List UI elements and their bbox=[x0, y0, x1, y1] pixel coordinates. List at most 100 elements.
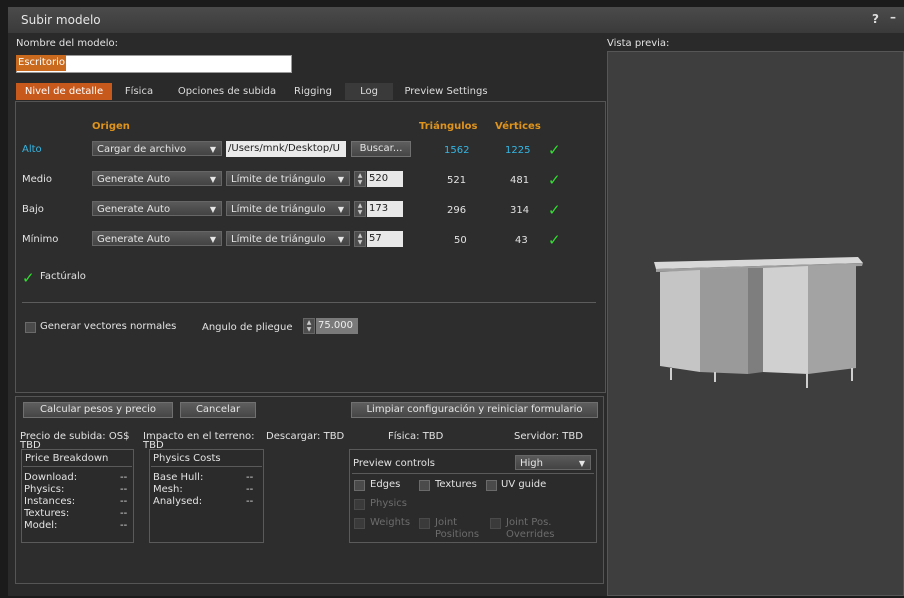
generate-normals-checkbox[interactable] bbox=[25, 322, 36, 333]
lod-medium-stepper[interactable]: ▲ ▼ bbox=[354, 171, 366, 187]
lod-lowest-triangles: 50 bbox=[454, 235, 467, 246]
lod-lowest-label: Mínimo bbox=[22, 234, 59, 245]
browse-button[interactable]: Buscar... bbox=[351, 141, 411, 157]
breakdown-physics-label: Physics: bbox=[24, 484, 65, 495]
breakdown-model-value: -- bbox=[120, 520, 128, 531]
preview-label: Vista previa: bbox=[607, 38, 670, 49]
lod-high-path-field[interactable]: /Users/mnk/Desktop/U bbox=[226, 141, 346, 157]
breakdown-textures-value: -- bbox=[120, 508, 128, 519]
tab-level-of-detail[interactable]: Nivel de detalle bbox=[16, 83, 112, 100]
crease-angle-input[interactable]: 75.000 bbox=[316, 318, 358, 334]
server-cost: Servidor: TBD bbox=[514, 431, 583, 442]
preview-quality-dropdown[interactable]: High ▼ bbox=[515, 455, 591, 470]
price-breakdown-title: Price Breakdown bbox=[25, 453, 109, 464]
tab-physics[interactable]: Física bbox=[118, 83, 160, 100]
model-name-label: Nombre del modelo: bbox=[16, 38, 118, 49]
uv-guide-label: UV guide bbox=[501, 479, 547, 490]
upload-model-window: Subir modelo ? – Nombre del modelo: Escr… bbox=[8, 7, 904, 596]
edges-checkbox[interactable] bbox=[354, 480, 365, 491]
chevron-down-icon: ▼ bbox=[337, 205, 344, 214]
chevron-down-icon: ▼ bbox=[337, 235, 344, 244]
lod-medium-triangles: 521 bbox=[447, 175, 467, 186]
breakdown-model-label: Model: bbox=[24, 520, 58, 531]
minimize-button[interactable]: – bbox=[890, 10, 896, 24]
divider bbox=[352, 473, 594, 474]
status-check-icon: ✓ bbox=[22, 269, 35, 287]
lod-low-vertices: 314 bbox=[510, 205, 530, 216]
lod-lowest-stepper[interactable]: ▲ ▼ bbox=[354, 231, 366, 247]
preview-controls-title: Preview controls bbox=[353, 458, 435, 469]
lod-low-limit-input[interactable]: 173 bbox=[367, 201, 403, 217]
lod-low-stepper[interactable]: ▲ ▼ bbox=[354, 201, 366, 217]
physics-checkbox[interactable] bbox=[354, 499, 365, 510]
tab-rigging[interactable]: Rigging bbox=[288, 83, 338, 100]
weights-checkbox[interactable] bbox=[354, 518, 365, 529]
lod-low-mode-dropdown[interactable]: Límite de triángulo ▼ bbox=[226, 201, 350, 216]
physics-checkbox-label: Physics bbox=[370, 498, 407, 509]
lod-medium-vertices: 481 bbox=[510, 175, 530, 186]
joint-overrides-label-2: Overrides bbox=[506, 529, 555, 540]
joint-overrides-label-1: Joint Pos. bbox=[506, 517, 552, 528]
tab-upload-options[interactable]: Opciones de subida bbox=[171, 83, 283, 100]
breakdown-instances-label: Instances: bbox=[24, 496, 76, 507]
dropdown-value: Generate Auto bbox=[97, 234, 171, 245]
vertices-header: Vértices bbox=[495, 121, 541, 132]
chevron-down-icon: ▼ bbox=[209, 205, 216, 214]
model-preview-viewport[interactable] bbox=[607, 51, 904, 596]
reset-button[interactable]: Limpiar configuración y reiniciar formul… bbox=[351, 402, 598, 418]
lod-high-triangles: 1562 bbox=[444, 145, 470, 156]
breakdown-instances-value: -- bbox=[120, 496, 128, 507]
lod-medium-mode-dropdown[interactable]: Límite de triángulo ▼ bbox=[226, 171, 350, 186]
lod-low-label: Bajo bbox=[22, 204, 44, 215]
dropdown-value: Límite de triángulo bbox=[231, 174, 326, 185]
lod-lowest-source-dropdown[interactable]: Generate Auto ▼ bbox=[92, 231, 222, 246]
model-name-value: Escritorio bbox=[16, 55, 66, 71]
chevron-down-icon: ▼ bbox=[209, 145, 216, 154]
lod-lowest-limit-input[interactable]: 57 bbox=[367, 231, 403, 247]
breakdown-physics-value: -- bbox=[120, 484, 128, 495]
lod-medium-limit-input[interactable]: 520 bbox=[367, 171, 403, 187]
physics-mesh-value: -- bbox=[246, 484, 254, 495]
dropdown-value: Generate Auto bbox=[97, 174, 171, 185]
physics-cost: Física: TBD bbox=[388, 431, 444, 442]
lod-medium-source-dropdown[interactable]: Generate Auto ▼ bbox=[92, 171, 222, 186]
divider bbox=[22, 302, 596, 303]
breakdown-download-value: -- bbox=[120, 472, 128, 483]
check-icon: ✓ bbox=[548, 201, 561, 219]
dropdown-value: High bbox=[520, 458, 543, 469]
chevron-down-icon: ▼ bbox=[209, 235, 216, 244]
lod-high-label: Alto bbox=[22, 144, 42, 155]
generate-normals-label: Generar vectores normales bbox=[40, 321, 177, 332]
breakdown-download-label: Download: bbox=[24, 472, 78, 483]
help-button[interactable]: ? bbox=[872, 12, 879, 26]
title-bar[interactable]: Subir modelo ? – bbox=[8, 7, 904, 33]
download-cost: Descargar: TBD bbox=[266, 431, 345, 442]
triangles-header: Triángulos bbox=[419, 121, 478, 132]
joint-positions-checkbox[interactable] bbox=[419, 518, 430, 529]
lod-lowest-mode-dropdown[interactable]: Límite de triángulo ▼ bbox=[226, 231, 350, 246]
textures-label: Textures bbox=[435, 479, 477, 490]
calculate-button[interactable]: Calcular pesos y precio bbox=[23, 402, 173, 418]
tab-preview-settings[interactable]: Preview Settings bbox=[400, 83, 492, 100]
crease-angle-label: Angulo de pliegue bbox=[202, 322, 293, 333]
lod-lowest-vertices: 43 bbox=[515, 235, 528, 246]
crease-angle-stepper[interactable]: ▲ ▼ bbox=[303, 318, 315, 334]
chevron-down-icon: ▼ bbox=[209, 175, 216, 184]
joint-overrides-checkbox[interactable] bbox=[490, 518, 501, 529]
lod-low-source-dropdown[interactable]: Generate Auto ▼ bbox=[92, 201, 222, 216]
uv-guide-checkbox[interactable] bbox=[486, 480, 497, 491]
textures-checkbox[interactable] bbox=[419, 480, 430, 491]
tab-log[interactable]: Log bbox=[345, 83, 393, 100]
status-text: Factúralo bbox=[40, 271, 86, 282]
lod-high-vertices: 1225 bbox=[505, 145, 531, 156]
physics-mesh-label: Mesh: bbox=[153, 484, 183, 495]
check-icon: ✓ bbox=[548, 231, 561, 249]
physics-costs-title: Physics Costs bbox=[153, 453, 221, 464]
dropdown-value: Generate Auto bbox=[97, 204, 171, 215]
divider bbox=[151, 466, 262, 467]
lod-high-source-dropdown[interactable]: Cargar de archivo ▼ bbox=[92, 141, 222, 156]
physics-base-hull-value: -- bbox=[246, 472, 254, 483]
chevron-down-icon: ▼ bbox=[337, 175, 344, 184]
cancel-button[interactable]: Cancelar bbox=[180, 402, 256, 418]
joint-positions-label-2: Positions bbox=[435, 529, 480, 540]
